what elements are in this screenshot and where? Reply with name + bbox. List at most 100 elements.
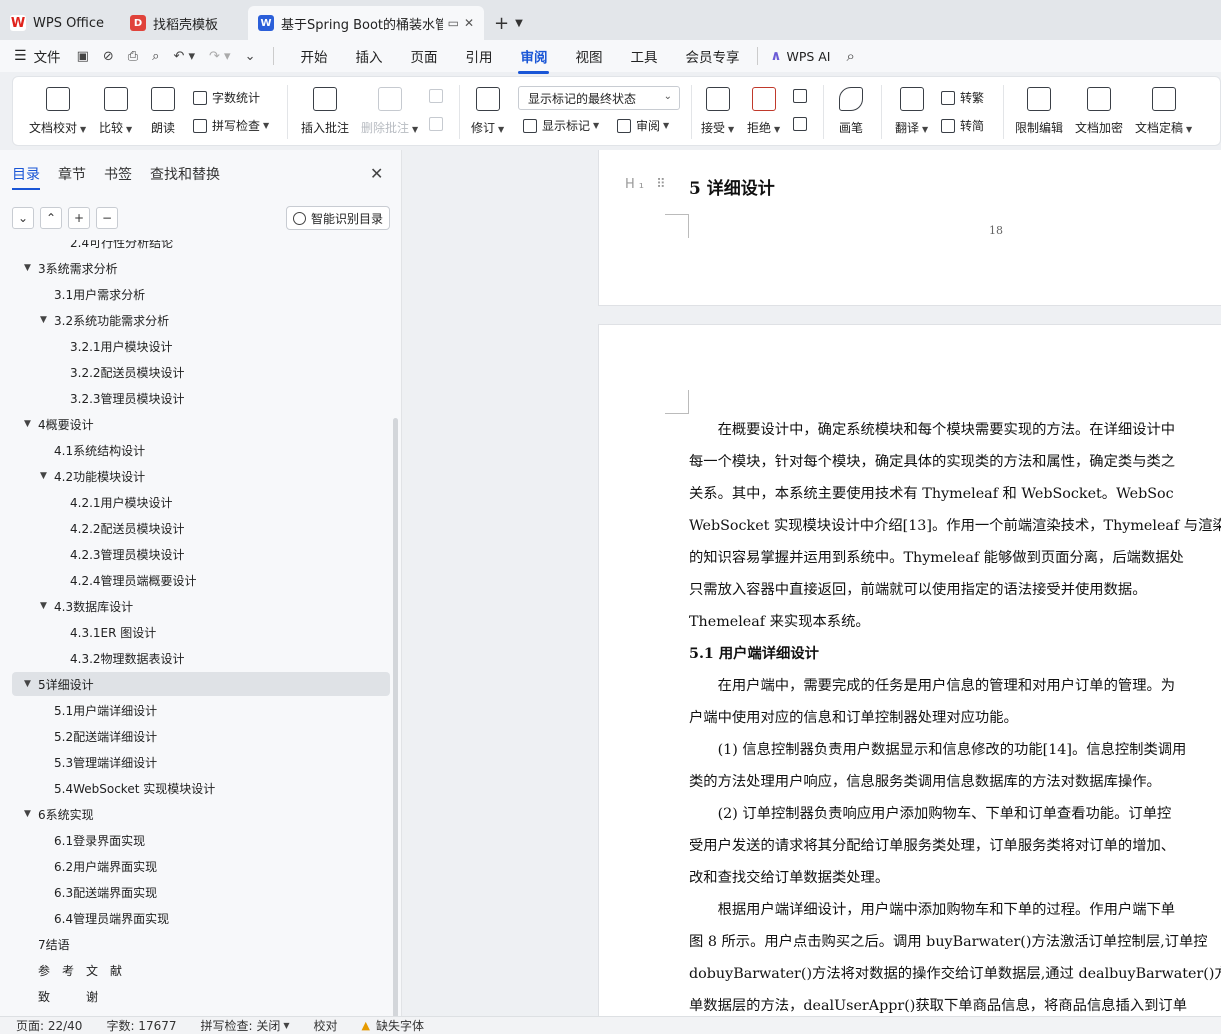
pen-button[interactable]: 画笔 bbox=[839, 87, 863, 136]
sidebar-scrollbar[interactable] bbox=[393, 418, 398, 1018]
menu-member[interactable]: 会员专享 bbox=[685, 46, 739, 66]
menu-insert[interactable]: 插入 bbox=[355, 46, 382, 66]
finalize-button[interactable]: 文档定稿 ▼ bbox=[1135, 87, 1192, 136]
save-icon[interactable]: ▣ bbox=[77, 49, 89, 64]
toc-item[interactable]: 4.1系统结构设计 bbox=[40, 438, 145, 462]
expand-arrow-icon[interactable]: ▼ bbox=[24, 419, 38, 429]
toc-item[interactable]: 6.3配送端界面实现 bbox=[40, 880, 157, 904]
read-aloud-button[interactable]: 朗读 bbox=[151, 87, 175, 136]
doc-proofread-button[interactable]: 文档校对 ▼ bbox=[29, 87, 86, 136]
toc-item[interactable]: 5.2配送端详细设计 bbox=[40, 724, 157, 748]
toc-item[interactable]: ▼ 3.2系统功能需求分析 bbox=[40, 308, 169, 332]
more-chevron-icon[interactable]: ⌄ bbox=[245, 49, 256, 64]
toc-item[interactable]: 5.3管理端详细设计 bbox=[40, 750, 157, 774]
tab-toc[interactable]: 目录 bbox=[12, 164, 40, 190]
expand-arrow-icon[interactable]: ▼ bbox=[24, 263, 38, 273]
print-icon[interactable]: ⎙ bbox=[128, 49, 138, 64]
toc-item[interactable]: 3.2.3管理员模块设计 bbox=[56, 386, 185, 410]
menu-view[interactable]: 视图 bbox=[575, 46, 602, 66]
encrypt-button[interactable]: 文档加密 bbox=[1075, 87, 1123, 136]
markup-state-select[interactable]: 显示标记的最终状态 ⌄ bbox=[518, 86, 680, 110]
chevron-down-icon[interactable]: ▼ bbox=[515, 18, 523, 29]
tab-wps-office[interactable]: W WPS Office bbox=[0, 6, 118, 40]
toc-item[interactable]: ▼ 4.2功能模块设计 bbox=[40, 464, 145, 488]
toc-item[interactable]: 4.3.1ER 图设计 bbox=[56, 620, 156, 644]
tab-chapters[interactable]: 章节 bbox=[58, 164, 86, 184]
restrict-edit-button[interactable]: 限制编辑 bbox=[1015, 87, 1063, 136]
close-tab-icon[interactable]: ✕ bbox=[464, 16, 474, 30]
search-icon[interactable]: ⌕ bbox=[847, 47, 855, 65]
toc-item[interactable]: ▼ 3系统需求分析 bbox=[24, 256, 118, 280]
expand-arrow-icon[interactable]: ▼ bbox=[40, 315, 54, 325]
to-simplified-button[interactable]: 转简 bbox=[941, 117, 984, 134]
toc-item[interactable]: 6.1登录界面实现 bbox=[40, 828, 145, 852]
delete-comment-button[interactable]: 删除批注 ▼ bbox=[361, 87, 418, 136]
prev-comment-button[interactable] bbox=[429, 89, 448, 103]
tab-find-replace[interactable]: 查找和替换 bbox=[150, 164, 220, 184]
review-pane-button[interactable]: 审阅 ▼ bbox=[617, 117, 669, 134]
word-count-indicator[interactable]: 字数: 17677 bbox=[106, 1017, 176, 1034]
revise-button[interactable]: 修订 ▼ bbox=[471, 87, 504, 136]
toc-item[interactable]: 5.1用户端详细设计 bbox=[40, 698, 157, 722]
toc-item[interactable]: 4.2.2配送员模块设计 bbox=[56, 516, 185, 540]
add-icon[interactable]: + bbox=[68, 207, 90, 229]
toc-item[interactable]: 致 谢 bbox=[24, 984, 98, 1008]
toc-item[interactable]: 4.2.4管理员端概要设计 bbox=[56, 568, 197, 592]
next-change-button[interactable] bbox=[793, 117, 812, 131]
heading-handle-icon[interactable]: H₁ ⠿ bbox=[625, 177, 670, 192]
tab-document[interactable]: W 基于Spring Boot的桶装水管理 ▭ ✕ bbox=[248, 6, 484, 40]
accept-button[interactable]: 接受 ▼ bbox=[701, 87, 734, 136]
print-preview-icon[interactable]: ⌕ bbox=[152, 49, 159, 64]
expand-arrow-icon[interactable]: ▼ bbox=[40, 471, 54, 481]
prev-change-button[interactable] bbox=[793, 89, 812, 103]
expand-down-icon[interactable]: ⌄ bbox=[12, 207, 34, 229]
page-indicator[interactable]: 页面: 22/40 bbox=[16, 1017, 82, 1034]
expand-arrow-icon[interactable]: ▼ bbox=[24, 679, 38, 689]
close-icon[interactable]: ✕ bbox=[370, 164, 383, 183]
spell-check-status[interactable]: 拼写检查: 关闭 ▼ bbox=[201, 1017, 290, 1034]
menu-home[interactable]: 开始 bbox=[300, 46, 327, 66]
menu-references[interactable]: 引用 bbox=[465, 46, 492, 66]
wps-ai-button[interactable]: ∧ WPS AI bbox=[770, 48, 830, 64]
toc-item[interactable]: ▼ 4.3数据库设计 bbox=[40, 594, 133, 618]
missing-font-status[interactable]: ▲ 缺失字体 bbox=[362, 1017, 424, 1034]
reject-button[interactable]: 拒绝 ▼ bbox=[747, 87, 780, 136]
toc-item[interactable]: 4.3.2物理数据表设计 bbox=[56, 646, 185, 670]
toc-item[interactable]: 3.1用户需求分析 bbox=[40, 282, 145, 306]
toc-item[interactable]: ▼ 4概要设计 bbox=[24, 412, 94, 436]
spell-check-button[interactable]: 拼写检查 ▼ bbox=[193, 117, 269, 134]
tab-bookmarks[interactable]: 书签 bbox=[104, 164, 132, 184]
monitor-icon[interactable]: ▭ bbox=[448, 16, 459, 30]
toc-item[interactable]: ▼ 5详细设计 bbox=[12, 672, 390, 696]
minus-icon[interactable]: − bbox=[96, 207, 118, 229]
toc-item[interactable]: 7结语 bbox=[24, 932, 70, 956]
next-comment-button[interactable] bbox=[429, 117, 448, 131]
undo-icon[interactable]: ↶ ▾ bbox=[173, 49, 195, 64]
translate-button[interactable]: 翻译 ▼ bbox=[895, 87, 928, 136]
expand-arrow-icon[interactable]: ▼ bbox=[24, 809, 38, 819]
new-tab-button[interactable]: + ▼ bbox=[494, 6, 523, 40]
smart-toc-button[interactable]: 智能识别目录 bbox=[286, 206, 390, 230]
menu-review[interactable]: 审阅 bbox=[518, 46, 550, 74]
compare-button[interactable]: 比较 ▼ bbox=[99, 87, 132, 136]
toc-item[interactable]: ▼ 6系统实现 bbox=[24, 802, 94, 826]
toc-item[interactable]: 3.2.2配送员模块设计 bbox=[56, 360, 185, 384]
toc-item[interactable]: 6.2用户端界面实现 bbox=[40, 854, 157, 878]
toc-item[interactable]: 3.2.1用户模块设计 bbox=[56, 334, 173, 358]
toc-item[interactable]: 4.2.3管理员模块设计 bbox=[56, 542, 185, 566]
proofread-status[interactable]: 校对 bbox=[314, 1017, 338, 1034]
toc-item[interactable]: 2.4可行性分析结论 bbox=[56, 240, 173, 254]
toc-item[interactable]: 6.4管理员端界面实现 bbox=[40, 906, 169, 930]
word-count-button[interactable]: 字数统计 bbox=[193, 89, 260, 106]
show-markup-button[interactable]: 显示标记 ▼ bbox=[523, 117, 599, 134]
toc-item[interactable]: 4.2.1用户模块设计 bbox=[56, 490, 173, 514]
collapse-up-icon[interactable]: ⌃ bbox=[40, 207, 62, 229]
toc-item[interactable]: 5.4WebSocket 实现模块设计 bbox=[40, 776, 215, 800]
menu-page[interactable]: 页面 bbox=[410, 46, 437, 66]
tab-docer-templates[interactable]: D 找稻壳模板 bbox=[120, 6, 246, 40]
file-menu[interactable]: ☰ 文件 bbox=[14, 46, 61, 66]
redo-icon[interactable]: ↷ ▾ bbox=[209, 49, 231, 64]
insert-comment-button[interactable]: 插入批注 bbox=[301, 87, 349, 136]
link-icon[interactable]: ⊘ bbox=[103, 49, 114, 64]
menu-tools[interactable]: 工具 bbox=[630, 46, 657, 66]
